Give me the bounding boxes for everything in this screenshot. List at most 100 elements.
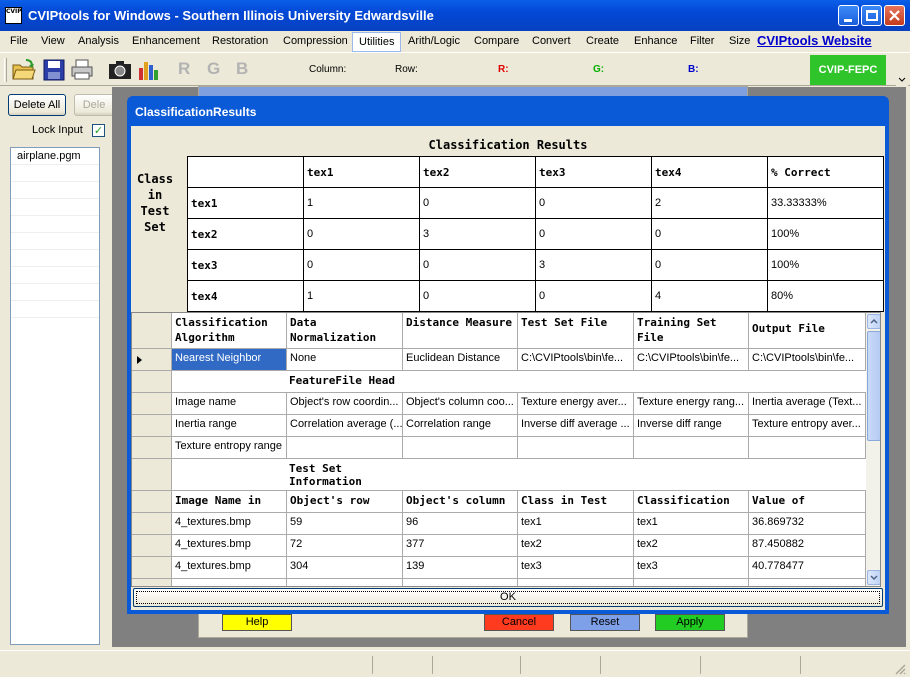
grid-cell[interactable]: Inverse diff range — [634, 415, 749, 437]
save-icon[interactable] — [42, 58, 66, 82]
grid-cell[interactable]: 139 — [403, 557, 518, 579]
table-row[interactable]: 4_textures.bmp 72 377 tex2 tex2 87.45088… — [132, 535, 866, 557]
menu-utilities[interactable]: Utilities — [352, 32, 402, 52]
menu-size[interactable]: Size — [729, 35, 750, 47]
grid-cell[interactable]: 59 — [287, 513, 403, 535]
resize-grip-icon[interactable] — [894, 663, 906, 675]
help-button[interactable]: Help — [222, 614, 292, 631]
grid-cell[interactable]: Class in Test — [518, 491, 634, 513]
grid-cell[interactable]: 4_textures.bmp — [172, 535, 287, 557]
table-row[interactable] — [132, 579, 866, 586]
menu-enhancement[interactable]: Enhancement — [132, 35, 200, 47]
minimize-button[interactable] — [838, 5, 859, 26]
grid-cell[interactable] — [287, 579, 403, 586]
grid-cell[interactable]: Object's column — [403, 491, 518, 513]
image-file-list[interactable]: airplane.pgm — [10, 147, 100, 645]
grid-cell[interactable]: Object's column coo... — [403, 393, 518, 415]
cancel-button[interactable]: Cancel — [484, 614, 554, 631]
grid-cell[interactable]: tex3 — [634, 557, 749, 579]
menu-create[interactable]: Create — [586, 35, 619, 47]
print-icon[interactable] — [70, 58, 94, 82]
grid-cell[interactable]: 36.869732 — [749, 513, 866, 535]
grid-cell[interactable] — [518, 437, 634, 459]
grid-cell[interactable]: Object's row — [287, 491, 403, 513]
reset-button[interactable]: Reset — [570, 614, 640, 631]
grid-cell[interactable]: Euclidean Distance — [403, 349, 518, 371]
delete-all-button[interactable]: Delete All — [8, 94, 66, 116]
table-row[interactable]: FeatureFile Head — [132, 371, 866, 393]
grid-cell[interactable]: tex1 — [518, 513, 634, 535]
scroll-thumb[interactable] — [867, 331, 880, 441]
menu-compression[interactable]: Compression — [283, 35, 348, 47]
grid-cell[interactable]: Inertia average (Text... — [749, 393, 866, 415]
table-row[interactable]: Texture entropy range — [132, 437, 866, 459]
open-folder-icon[interactable] — [12, 58, 36, 82]
close-button[interactable] — [884, 5, 905, 26]
r-band-button[interactable]: R — [178, 59, 190, 79]
menu-arith-logic[interactable]: Arith/Logic — [408, 35, 460, 47]
grid-cell[interactable]: 96 — [403, 513, 518, 535]
grid-cell[interactable]: 4_textures.bmp — [172, 557, 287, 579]
list-item[interactable]: airplane.pgm — [11, 148, 99, 165]
camera-icon[interactable] — [108, 58, 132, 82]
grid-cell[interactable] — [749, 437, 866, 459]
grid-cell[interactable]: Image Name in — [172, 491, 287, 513]
grid-cell[interactable]: Inverse diff average ... — [518, 415, 634, 437]
table-row[interactable]: Image name Object's row coordin... Objec… — [132, 393, 866, 415]
grid-cell[interactable] — [634, 579, 749, 586]
grid-cell[interactable]: Texture energy aver... — [518, 393, 634, 415]
grid-cell[interactable]: Object's row coordin... — [287, 393, 403, 415]
grid-cell[interactable]: C:\CVIPtools\bin\fe... — [518, 349, 634, 371]
grid-cell[interactable]: tex2 — [634, 535, 749, 557]
grid-cell[interactable]: Classification — [634, 491, 749, 513]
scroll-down-button[interactable] — [867, 570, 880, 585]
table-row[interactable]: 4_textures.bmp 304 139 tex3 tex3 40.7784… — [132, 557, 866, 579]
menu-restoration[interactable]: Restoration — [212, 35, 268, 47]
grid-cell[interactable]: Texture entropy aver... — [749, 415, 866, 437]
grid-cell[interactable]: Texture entropy range — [172, 437, 287, 459]
g-band-button[interactable]: G — [207, 59, 220, 79]
grid-cell[interactable] — [172, 579, 287, 586]
menu-file[interactable]: File — [10, 35, 28, 47]
details-grid[interactable]: Classification Algorithm Data Normalizat… — [131, 312, 881, 587]
grid-cell[interactable]: 377 — [403, 535, 518, 557]
grid-cell[interactable]: C:\CVIPtools\bin\fe... — [749, 349, 866, 371]
menu-view[interactable]: View — [41, 35, 65, 47]
grid-cell[interactable] — [403, 579, 518, 586]
apply-button[interactable]: Apply — [655, 614, 725, 631]
grid-cell[interactable]: 40.778477 — [749, 557, 866, 579]
grid-cell[interactable]: tex1 — [634, 513, 749, 535]
grid-cell[interactable]: Value of — [749, 491, 866, 513]
grid-cell[interactable]: C:\CVIPtools\bin\fe... — [634, 349, 749, 371]
vertical-scrollbar[interactable] — [866, 313, 880, 586]
table-row[interactable]: Image Name in Object's row Object's colu… — [132, 491, 866, 513]
grid-cell[interactable]: 87.450882 — [749, 535, 866, 557]
grid-cell[interactable] — [634, 437, 749, 459]
grid-cell[interactable]: Inertia range — [172, 415, 287, 437]
histogram-icon[interactable] — [137, 58, 161, 82]
grid-cell[interactable] — [749, 579, 866, 586]
table-row[interactable]: Nearest Neighbor None Euclidean Distance… — [132, 349, 866, 371]
menu-filter[interactable]: Filter — [690, 35, 714, 47]
grid-cell[interactable] — [403, 437, 518, 459]
grid-cell[interactable]: Correlation average (... — [287, 415, 403, 437]
menu-compare[interactable]: Compare — [474, 35, 519, 47]
table-row[interactable]: Inertia range Correlation average (... C… — [132, 415, 866, 437]
toolbar-scroll-arrow[interactable] — [896, 72, 908, 86]
grid-cell[interactable]: 4_textures.bmp — [172, 513, 287, 535]
grid-cell[interactable]: 304 — [287, 557, 403, 579]
grid-cell[interactable]: 72 — [287, 535, 403, 557]
menu-enhance[interactable]: Enhance — [634, 35, 677, 47]
menu-analysis[interactable]: Analysis — [78, 35, 119, 47]
grid-cell[interactable]: tex2 — [518, 535, 634, 557]
grid-cell[interactable]: Image name — [172, 393, 287, 415]
delete-button[interactable]: Dele — [74, 94, 114, 116]
grid-cell[interactable]: Texture energy rang... — [634, 393, 749, 415]
grid-cell[interactable]: tex3 — [518, 557, 634, 579]
grid-cell[interactable]: Nearest Neighbor — [172, 349, 287, 371]
table-row[interactable]: Test Set Information — [132, 459, 866, 491]
website-link[interactable]: CVIPtools Website — [757, 33, 872, 48]
maximize-button[interactable] — [861, 5, 882, 26]
grid-cell[interactable] — [287, 437, 403, 459]
grid-cell[interactable] — [518, 579, 634, 586]
